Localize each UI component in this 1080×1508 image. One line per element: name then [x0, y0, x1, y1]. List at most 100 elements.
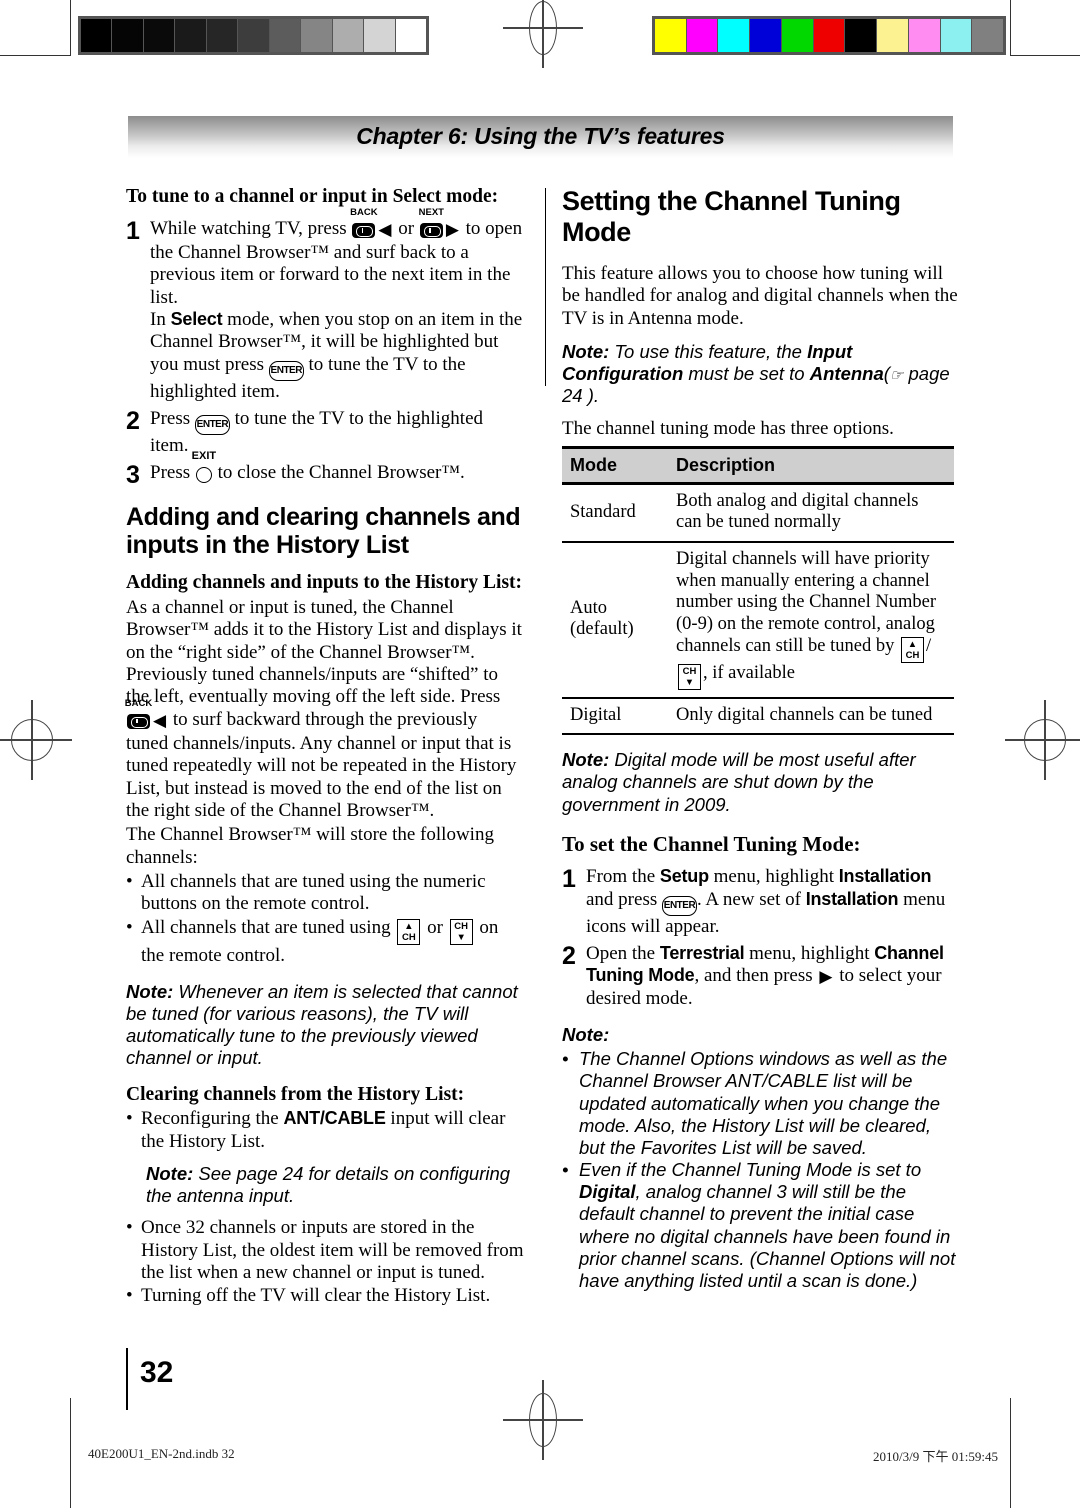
bullet-dot: •: [126, 870, 133, 892]
channel-up-icon: ▲ CH: [397, 918, 421, 945]
column-divider: [545, 188, 546, 386]
installation-keyword: Installation: [838, 866, 932, 887]
setup-keyword: Setup: [659, 866, 709, 887]
step2r-c: , and then press: [694, 965, 813, 987]
grayscale-patch: [332, 19, 364, 52]
grayscale-patch: [364, 19, 395, 52]
step-1-left: 1 While watching TV, press BACK ◀ or NEXT…: [126, 207, 524, 403]
paragraph-feature-intro: This feature allows you to choose how tu…: [562, 263, 958, 329]
page-number: 32: [140, 1356, 174, 1389]
step1r-b: menu, highlight: [713, 866, 834, 888]
digital-keyword: Digital: [579, 1181, 636, 1203]
bullet-text: Even if the Channel Tuning Mode is set t…: [579, 1159, 960, 1292]
registration-mark-top: [503, 0, 583, 68]
grayscale-patch: [269, 19, 301, 52]
note-text: Digital mode will be most useful after a…: [562, 749, 916, 815]
step2-pre: Press: [150, 408, 191, 429]
step-1-right: 1 From the Setup menu, highlight Install…: [562, 866, 960, 938]
table-row: Auto (default) Digital channels will hav…: [562, 542, 954, 699]
bullet-numeric-buttons: • All channels that are tuned using the …: [126, 871, 524, 916]
note3b2-b: , analog channel 3 will still be the def…: [579, 1181, 956, 1292]
table-col-mode: Mode: [562, 445, 668, 485]
next-key: NEXT: [419, 207, 444, 242]
step-number: 3: [126, 461, 140, 490]
table-cell-description: Digital channels will have priority when…: [668, 542, 954, 699]
back-key: BACK: [125, 698, 152, 733]
installation-keyword-2: Installation: [805, 888, 899, 909]
registration-mark-left: [0, 700, 72, 780]
registration-mark-bottom: [503, 1380, 583, 1460]
manual-page: Chapter 6: Using the TV’s features To tu…: [0, 0, 1080, 1508]
channel-up-icon: ▲ CH: [900, 636, 924, 663]
desc-auto-b: /: [925, 635, 932, 656]
bullet-text: All channels that are tuned using ▲ CH or…: [141, 917, 524, 967]
note-label: Note:: [562, 340, 610, 362]
step-number: 1: [126, 216, 140, 245]
note-paren-close: ).: [587, 385, 600, 407]
step-2-left: 2 Press ENTER to tune the TV to the high…: [126, 408, 524, 457]
color-patch: [877, 19, 908, 52]
grayscale-patch: [81, 19, 112, 52]
table-cell-mode: Auto (default): [562, 542, 668, 699]
step1-text-c-pre: In: [150, 309, 166, 331]
crop-mark-top-left: [0, 0, 71, 56]
footer-filename: 40E200U1_EN-2nd.indb 32: [88, 1446, 235, 1461]
next-key-label: NEXT: [418, 206, 444, 218]
enter-key-icon: ENTER: [661, 895, 697, 916]
desc-auto-a: Digital channels will have priority when…: [676, 549, 936, 656]
bullet-text: The Channel Options windows as well as t…: [579, 1048, 948, 1158]
color-patch: [781, 19, 813, 52]
right-arrow-icon: ▶: [819, 967, 833, 987]
step2r-b: menu, highlight: [749, 943, 870, 965]
table-col-description: Description: [668, 445, 954, 485]
step-3-left: 3 Press EXIT to close the Channel Browse…: [126, 450, 524, 490]
bullet-ch-buttons: • All channels that are tuned using ▲ CH …: [126, 917, 524, 967]
table-cell-mode: Standard: [562, 483, 668, 544]
para1-cont: to surf backward through the previously …: [126, 708, 517, 821]
right-arrow-icon: ▶: [445, 219, 459, 239]
left-arrow-icon: ◀: [153, 710, 167, 730]
color-patch: [908, 19, 940, 52]
exit-key-label: EXIT: [191, 450, 217, 463]
note-label: Note:: [146, 1163, 194, 1184]
bullet-dot: •: [562, 1048, 569, 1070]
grayscale-patch: [206, 19, 238, 52]
ant-cable-keyword: ANT/CABLE: [283, 1108, 386, 1129]
step1-or: or: [398, 217, 415, 239]
select-keyword: Select: [170, 309, 223, 330]
bullet2-or: or: [427, 916, 443, 938]
crop-mark-bottom-left: [0, 1398, 71, 1508]
bullet-text: Reconfiguring the ANT/CABLE input will c…: [141, 1108, 524, 1153]
bullet-dot: •: [126, 1217, 133, 1239]
enter-key-icon: ENTER: [194, 415, 230, 435]
table-row: Digital Only digital channels can be tun…: [562, 697, 954, 736]
step-2-right: 2 Open the Terrestrial menu, highlight C…: [562, 943, 960, 1010]
grayscale-patch: [175, 19, 206, 52]
color-patch: [813, 19, 845, 52]
heading-clearing-channels: Clearing channels from the History List:: [126, 1083, 465, 1105]
step1r-d: . A new set of: [696, 888, 801, 910]
bullet-text: Turning off the TV will clear the Histor…: [141, 1285, 491, 1307]
step-number: 1: [562, 865, 576, 894]
note3b2-a: Even if the Channel Tuning Mode is set t…: [579, 1159, 922, 1181]
step3-end: to close the Channel Browser™.: [217, 462, 465, 484]
note-digital-mode-2009: Note: Digital mode will be most useful a…: [562, 749, 960, 816]
note-label: Note:: [562, 1023, 610, 1045]
note-text-a: To use this feature, the: [614, 340, 802, 362]
heading-adding-channels: Adding channels and inputs to the Histor…: [126, 572, 523, 594]
bullet-32-channels: • Once 32 channels or inputs are stored …: [126, 1217, 524, 1284]
bullet3-pre: Reconfiguring the: [141, 1108, 279, 1130]
table-header-row: Mode Description: [562, 445, 954, 485]
table-cell-description: Both analog and digital channels can be …: [668, 483, 954, 544]
grayscale-patch: [143, 19, 175, 52]
note-text: See page 24 for details on configuring t…: [146, 1163, 511, 1207]
table-cell-mode: Digital: [562, 697, 668, 736]
terrestrial-keyword: Terrestrial: [659, 943, 745, 964]
bullet-reconfigure-ant: • Reconfiguring the ANT/CABLE input will…: [126, 1108, 524, 1153]
note-label-block: Note:: [562, 1024, 960, 1046]
back-key: BACK: [350, 207, 378, 242]
chapter-title: Chapter 6: Using the TV’s features: [356, 123, 725, 149]
note-text: Whenever an item is selected that cannot…: [126, 980, 518, 1069]
para1-text: As a channel or input is tuned, the Chan…: [126, 597, 522, 708]
right-column: Setting the Channel Tuning Mode This fea…: [562, 186, 960, 1292]
